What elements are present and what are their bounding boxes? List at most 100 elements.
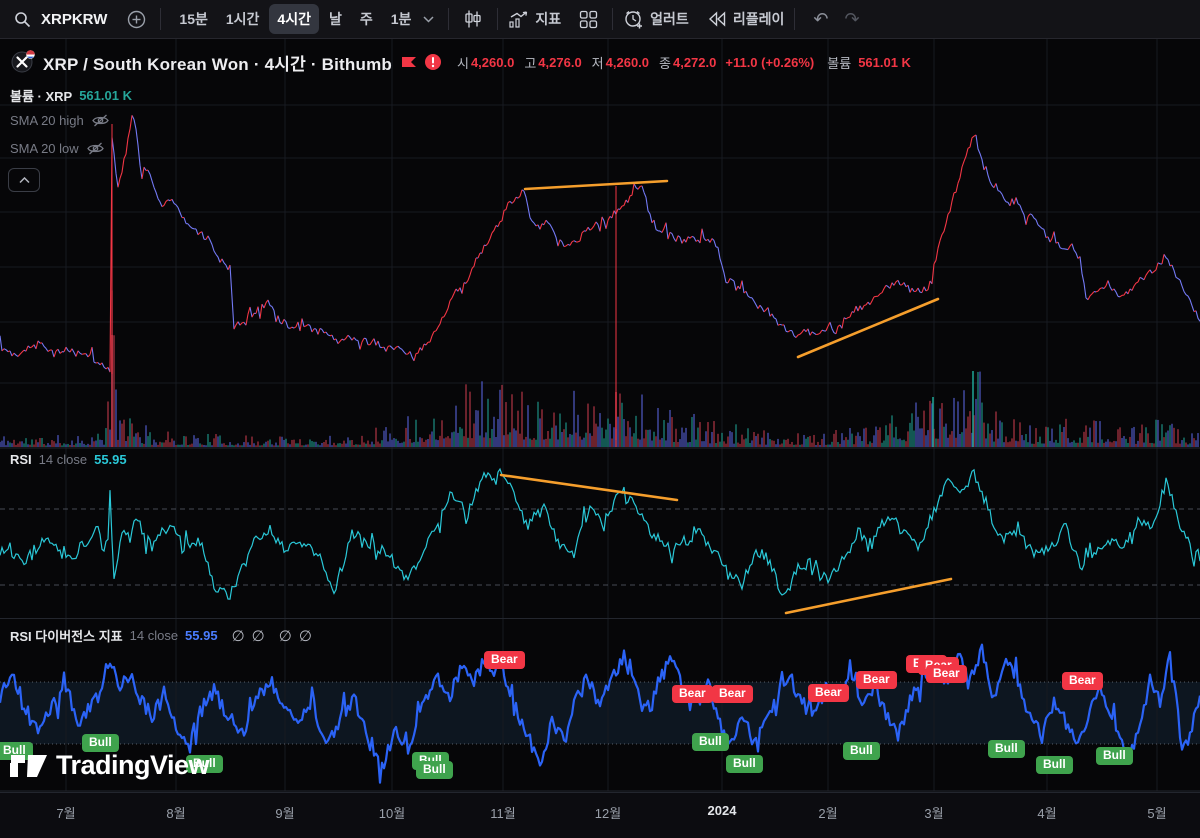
symbol-title[interactable]: XRP / South Korean Won · 4시간 · Bithumb <box>43 50 392 75</box>
data-problem-icon[interactable] <box>424 53 442 71</box>
divergence-disabled-icon[interactable]: ∅ <box>252 628 265 645</box>
divergence-title: RSI 다이버전스 지표 <box>10 626 123 645</box>
tradingview-watermark-text: TradingView <box>56 750 209 781</box>
price-series <box>0 115 1200 372</box>
rsi-title: RSI <box>10 452 32 467</box>
time-axis-label-10월[interactable]: 10월 <box>367 803 417 822</box>
time-axis-label-11월[interactable]: 11월 <box>478 803 528 822</box>
volume-legend-value: 561.01 K <box>79 88 132 103</box>
xrp-logo-icon[interactable] <box>10 49 36 75</box>
interval-button-1분[interactable]: 1분 <box>383 4 420 34</box>
toolbar-divider <box>794 8 795 30</box>
top-toolbar: XRPKRW 15분1시간4시간날주1분 지표 얼러트 리플레이 ↶ ↷ <box>0 0 1200 39</box>
rsi-legend[interactable]: RSI 14 close 55.95 <box>10 452 127 467</box>
chevron-down-icon[interactable] <box>419 12 438 27</box>
layout-grid-icon[interactable] <box>575 6 602 33</box>
price-change: +11.0 (+0.26%) <box>725 55 814 70</box>
bull-signal-label[interactable]: Bull <box>988 740 1025 758</box>
time-axis-label-5월[interactable]: 5월 <box>1132 803 1182 822</box>
rsi-value: 55.95 <box>94 452 127 467</box>
sma-low-legend[interactable]: SMA 20 low <box>10 141 105 156</box>
volume-value: 561.01 K <box>858 55 911 70</box>
flag-icon[interactable] <box>399 54 417 70</box>
divergence-empty-icons: ∅ ∅ ∅ ∅ <box>225 627 312 645</box>
replay-label: 리플레이 <box>733 9 785 29</box>
chevron-up-icon <box>19 177 30 184</box>
volume-bars <box>0 290 1198 447</box>
bear-signal-label[interactable]: Bear <box>1062 672 1103 690</box>
rewind-icon <box>707 11 727 27</box>
sma-low-label: SMA 20 low <box>10 141 79 156</box>
ohlc-values: 시4,260.0 고4,276.0 저4,260.0 종4,272.0 <box>457 53 716 72</box>
chart-canvas[interactable] <box>0 0 1200 837</box>
rsi-params: 14 close <box>39 452 87 467</box>
ohlc-field: 시4,260.0 <box>457 53 514 72</box>
bull-signal-label[interactable]: Bull <box>692 733 729 751</box>
bull-signal-label[interactable]: Bull <box>416 761 453 779</box>
interval-button-4시간[interactable]: 4시간 <box>269 4 319 34</box>
compare-add-icon[interactable] <box>123 6 150 33</box>
alert-button[interactable]: 얼러트 <box>623 9 689 30</box>
alarm-clock-plus-icon <box>623 9 644 30</box>
time-axis-label-9월[interactable]: 9월 <box>260 803 310 822</box>
volume-label: 볼륨 <box>827 53 851 72</box>
sma-high-legend[interactable]: SMA 20 high <box>10 113 110 128</box>
toolbar-divider <box>448 8 449 30</box>
replay-button[interactable]: 리플레이 <box>707 9 785 29</box>
volume-study-legend[interactable]: 볼륨 · XRP 561.01 K <box>10 86 132 105</box>
bull-signal-label[interactable]: Bull <box>726 755 763 773</box>
divergence-disabled-icon[interactable]: ∅ <box>299 628 312 645</box>
bull-signal-label[interactable]: Bull <box>1096 747 1133 765</box>
interval-buttons: 15분1시간4시간날주1분 <box>171 4 419 34</box>
divergence-disabled-icon[interactable]: ∅ <box>232 628 245 645</box>
bear-signal-label[interactable]: Bear <box>484 651 525 669</box>
divergence-params: 14 close <box>130 628 178 643</box>
symbol-search-button[interactable]: XRPKRW <box>41 11 107 28</box>
time-axis-label-2024[interactable]: 2024 <box>697 803 747 818</box>
bear-signal-label[interactable]: Bear <box>712 685 753 703</box>
search-icon[interactable] <box>10 7 35 32</box>
rsi-divergence-legend[interactable]: RSI 다이버전스 지표 14 close 55.95 ∅ ∅ ∅ ∅ <box>10 626 312 645</box>
trendlines[interactable] <box>501 181 951 613</box>
bear-signal-label[interactable]: Bear <box>808 684 849 702</box>
eye-off-icon[interactable] <box>86 141 105 156</box>
indicators-label: 지표 <box>535 9 561 29</box>
ohlc-field: 고4,276.0 <box>524 53 581 72</box>
eye-off-icon[interactable] <box>91 113 110 128</box>
bear-signal-label[interactable]: Bear <box>672 685 713 703</box>
toolbar-divider <box>160 8 161 30</box>
bull-signal-label[interactable]: Bull <box>1036 756 1073 774</box>
indicators-button[interactable]: 지표 <box>508 9 561 29</box>
symbol-info-row: XRP / South Korean Won · 4시간 · Bithumb 시… <box>10 47 911 77</box>
collapse-legend-button[interactable] <box>8 168 40 192</box>
toolbar-divider <box>612 8 613 30</box>
divergence-value: 55.95 <box>185 628 218 643</box>
interval-button-주[interactable]: 주 <box>352 4 381 34</box>
volume-legend-title: 볼륨 · XRP <box>10 86 72 105</box>
indicator-chart-icon <box>508 10 529 29</box>
tradingview-logo-icon <box>10 751 48 781</box>
candlestick-style-icon[interactable] <box>459 5 487 33</box>
time-axis-label-4월[interactable]: 4월 <box>1022 803 1072 822</box>
undo-button[interactable]: ↶ <box>813 9 828 30</box>
ohlc-field: 종4,272.0 <box>659 53 716 72</box>
bull-signal-label[interactable]: Bull <box>843 742 880 760</box>
time-axis-label-12월[interactable]: 12월 <box>583 803 633 822</box>
interval-button-15분[interactable]: 15분 <box>171 4 215 34</box>
time-axis[interactable]: 7월 8월 9월 10월 11월 12월 2024 2월 3월 4월 5월 <box>0 792 1200 838</box>
interval-button-1시간[interactable]: 1시간 <box>218 4 268 34</box>
bear-signal-label[interactable]: Bear <box>856 671 897 689</box>
ohlc-field: 저4,260.0 <box>592 53 649 72</box>
time-axis-label-8월[interactable]: 8월 <box>151 803 201 822</box>
bear-signal-label[interactable]: Bear <box>926 665 967 683</box>
toolbar-divider <box>497 8 498 30</box>
long-wicks <box>112 124 616 440</box>
tradingview-watermark: TradingView <box>10 750 209 781</box>
alert-label: 얼러트 <box>650 9 689 29</box>
redo-button[interactable]: ↷ <box>844 9 859 30</box>
time-axis-label-7월[interactable]: 7월 <box>41 803 91 822</box>
interval-button-날[interactable]: 날 <box>321 4 350 34</box>
time-axis-label-2월[interactable]: 2월 <box>803 803 853 822</box>
time-axis-label-3월[interactable]: 3월 <box>909 803 959 822</box>
divergence-disabled-icon[interactable]: ∅ <box>279 628 292 645</box>
